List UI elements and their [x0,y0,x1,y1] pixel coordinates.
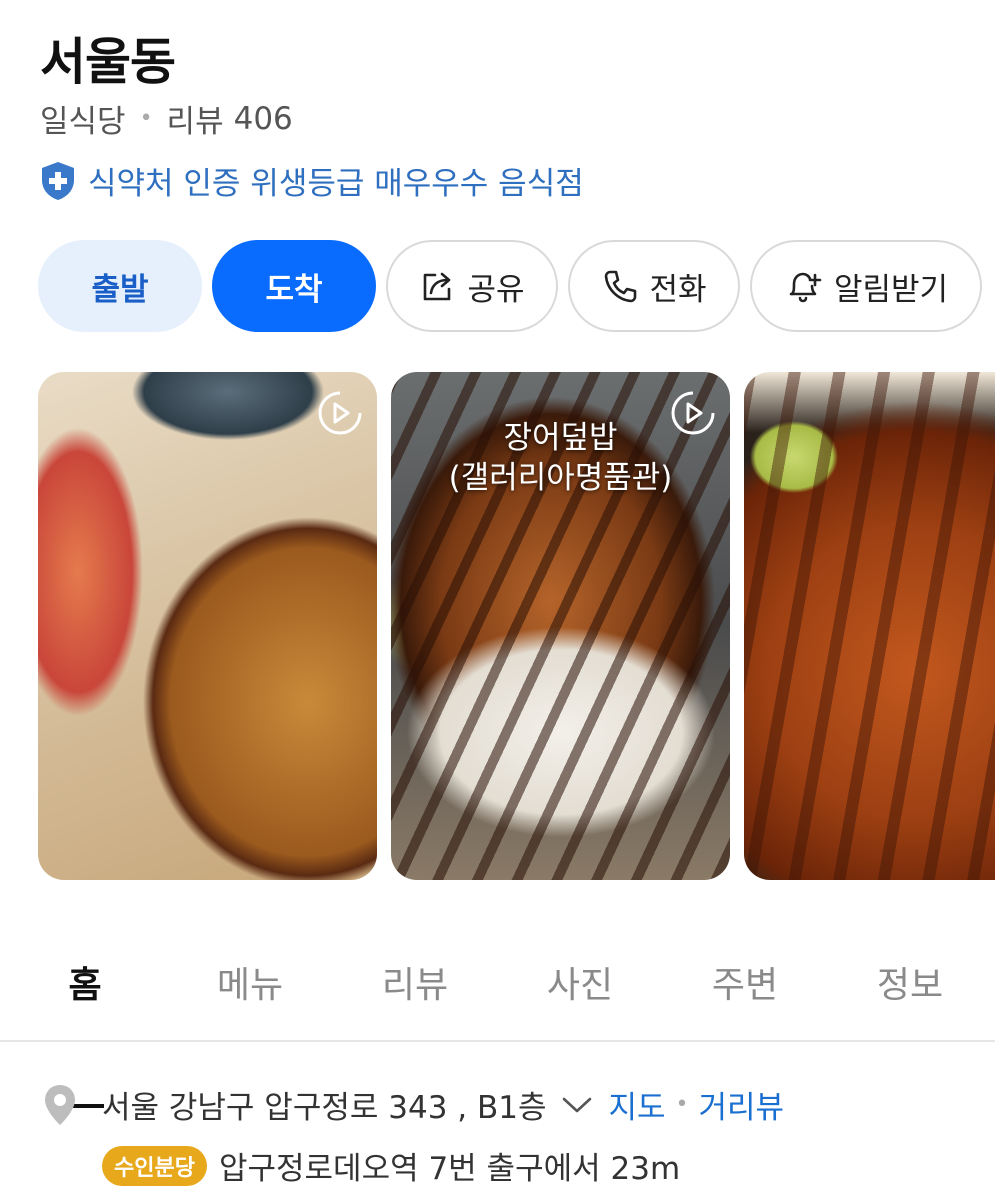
share-icon [424,272,451,301]
depart-button[interactable]: 출발 [38,240,202,332]
share-label: 공유 [467,271,525,308]
place-meta: 일식당 • 리뷰 406 [40,96,293,141]
caption-line-2: (갤러리아명품관) [448,460,673,496]
map-link[interactable]: 지도 [608,1082,665,1127]
bell-plus-icon [789,272,822,303]
shield-icon [42,161,74,200]
hygiene-certification[interactable]: 식약처 인증 위생등급 매우우수 음식점 [40,158,584,203]
address-row: 서울 강남구 압구정로 343 , B1층 지도 • 거리뷰 [42,1082,784,1127]
address-text: 서울 강남구 압구정로 343 , B1층 [102,1090,547,1126]
tab-info[interactable]: 정보 [860,956,960,1008]
arrive-button[interactable]: 도착 [212,240,376,332]
action-buttons: 출발 도착 공유 전화 알림받기 [38,240,982,332]
tab-photos[interactable]: 사진 [530,956,630,1008]
link-separator: • [675,1092,689,1117]
tab-menu[interactable]: 메뉴 [200,956,300,1008]
photo-card[interactable] [744,372,995,880]
location-pin-icon [45,1084,75,1125]
roadview-link[interactable]: 거리뷰 [699,1082,785,1127]
subway-line-badge: 수인분당 [102,1145,207,1186]
place-name: 서울동 [40,33,176,91]
tab-home[interactable]: 홈 [35,956,135,1008]
place-category: 일식당 [40,104,126,140]
caption-line-1: 장어덮밥 [503,420,618,456]
tab-nearby[interactable]: 주변 [695,956,795,1008]
video-play-icon [318,391,362,435]
photo-caption: 장어덮밥 (갤러리아명품관) [391,418,730,498]
meta-separator: • [139,106,153,131]
subway-directions: 압구정로데오역 7번 출구에서 23m [218,1151,681,1187]
photo-card[interactable]: 장어덮밥 (갤러리아명품관) [391,372,730,880]
review-label[interactable]: 리뷰 [167,96,224,141]
depart-label: 출발 [91,271,149,308]
subway-row: 수인분당 압구정로데오역 7번 출구에서 23m [102,1143,680,1188]
photo-card[interactable] [38,372,377,880]
place-detail-page: 서울동 일식당 • 리뷰 406 식약처 인증 위생등급 매우우수 음식점 출발… [0,0,995,1200]
share-button[interactable]: 공유 [386,240,558,332]
phone-icon [605,270,637,303]
call-button[interactable]: 전화 [568,240,740,332]
chevron-down-icon[interactable] [560,1094,594,1116]
tab-bar: 홈 메뉴 리뷰 사진 주변 정보 [0,930,995,1042]
arrive-label: 도착 [265,271,323,308]
review-count[interactable]: 406 [234,101,293,137]
notify-button[interactable]: 알림받기 [750,240,982,332]
certification-text: 식약처 인증 위생등급 매우우수 음식점 [88,166,584,202]
call-label: 전화 [649,271,707,308]
tab-reviews[interactable]: 리뷰 [365,956,465,1008]
notify-label: 알림받기 [833,271,949,308]
photo-carousel[interactable]: 장어덮밥 (갤러리아명품관) [38,372,995,880]
